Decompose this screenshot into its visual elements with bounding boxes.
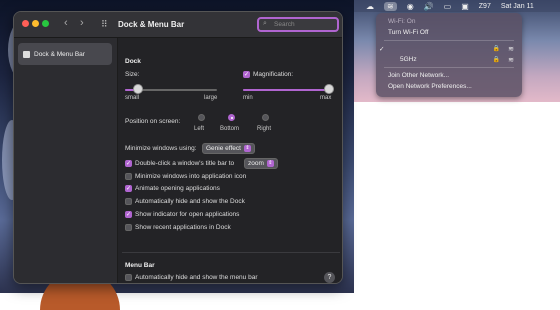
lock-icon: 🔒 [492,46,500,52]
position-bottom-label: Bottom [220,126,240,132]
dock-icon: dock [23,50,30,58]
wifi-network-item[interactable]: 5GHz 🔒 ≋ [376,54,522,65]
checkmark-icon: ✓ [379,45,385,53]
wifi-icon[interactable]: ≋ [384,1,397,11]
lock-icon: 🔒 [492,57,500,63]
volume-icon[interactable]: 🔊 [424,2,434,11]
option-label: Show recent applications in Dock [135,224,231,231]
position-label: Position on screen: [125,118,181,125]
option-label: Animate opening applications [135,185,220,192]
wifi-network-item[interactable]: ✓ 🔒 ≋ [376,43,522,54]
option-label: Automatically hide and show the Dock [135,198,245,205]
cloud-icon[interactable]: ☁ [366,2,374,11]
sidebar: dock Dock & Menu Bar [14,38,118,283]
minimize-effect-value: Genie effect [206,145,241,152]
magnification-max-label: max [320,95,332,101]
size-max-label: large [204,95,218,101]
minimize-effect-popup[interactable]: Genie effect ⇕ [202,143,255,154]
double-click-action-value: zoom [248,160,264,167]
show-indicator-checkbox[interactable]: ✓ [125,211,132,218]
display-icon[interactable]: ▣ [461,2,469,11]
position-right-label: Right [257,126,272,132]
menubar-extra[interactable]: Z97 [479,3,491,10]
window-title: Dock & Menu Bar [118,20,185,29]
position-bottom-radio[interactable] [228,114,235,121]
user-icon[interactable]: ◉ [407,2,414,11]
minimize-button[interactable] [32,20,39,27]
wifi-status: Wi-Fi: On [388,18,416,25]
magnification-min-label: min [243,95,253,101]
show-recent-checkbox[interactable] [125,224,132,231]
minimize-label: Minimize windows using: [125,145,197,152]
settings-pane: Dock Size: small large ✓ Magnification: … [118,38,342,283]
forward-chevron-icon[interactable]: › [80,17,84,29]
magnification-slider-knob[interactable] [324,84,334,94]
magnification-checkbox[interactable]: ✓ [243,71,250,78]
menu-bar-section-heading: Menu Bar [125,262,155,269]
double-click-checkbox[interactable]: ✓ [125,160,132,167]
position-right-radio[interactable] [262,114,269,121]
double-click-label: Double-click a window's title bar to [135,160,235,167]
option-label: Minimize windows into application icon [135,173,247,180]
menu-separator [384,40,514,41]
back-chevron-icon[interactable]: ‹ [64,17,68,29]
autohide-menu-bar-label: Automatically hide and show the menu bar [135,274,258,281]
option-label: Show indicator for open applications [135,211,240,218]
double-click-action-popup[interactable]: zoom ⇕ [244,158,278,169]
popup-arrows-icon: ⇕ [243,145,251,152]
popup-arrows-icon: ⇕ [266,160,274,167]
menu-bar: ☁ ≋ ◉ 🔊 ▭ ▣ Z97 Sat Jan 11 [354,0,560,12]
preferences-window: ‹ › ⠿ Dock & Menu Bar ⌕ dock Dock & Menu… [13,11,343,284]
network-name: 5GHz [400,56,417,63]
show-all-grid-icon[interactable]: ⠿ [101,19,108,30]
wifi-signal-icon: ≋ [508,56,514,64]
search-icon: ⌕ [263,20,267,27]
menubar-clock[interactable]: Sat Jan 11 [501,3,534,10]
menu-separator [384,67,514,68]
sidebar-item-label: Dock & Menu Bar [34,50,85,58]
magnification-label: Magnification: [253,71,294,78]
zoom-button[interactable] [42,20,49,27]
animate-opening-checkbox[interactable]: ✓ [125,185,132,192]
turn-wifi-off-item[interactable]: Turn Wi-Fi Off [376,27,522,38]
position-left-radio[interactable] [198,114,205,121]
autohide-menu-bar-checkbox[interactable] [125,274,132,281]
magnification-slider-fill [243,89,329,91]
title-bar: ‹ › ⠿ Dock & Menu Bar ⌕ [14,12,342,38]
battery-icon[interactable]: ▭ [444,2,452,11]
minimize-into-icon-checkbox[interactable] [125,173,132,180]
section-divider [122,252,340,253]
autohide-dock-checkbox[interactable] [125,198,132,205]
wifi-dropdown-menu: Wi-Fi: On Turn Wi-Fi Off ✓ 🔒 ≋ 5GHz 🔒 ≋ … [376,13,522,97]
open-network-preferences-item[interactable]: Open Network Preferences... [376,81,522,92]
search-input[interactable] [274,21,334,28]
size-label: Size: [125,71,140,78]
size-slider-knob[interactable] [132,84,143,94]
position-left-label: Left [194,126,205,132]
join-other-network-item[interactable]: Join Other Network... [376,70,522,81]
search-field[interactable]: ⌕ [257,17,339,32]
help-button[interactable]: ? [324,272,335,283]
size-min-label: small [125,95,140,101]
sidebar-item-dock-menu-bar[interactable]: dock Dock & Menu Bar [18,43,112,65]
wifi-signal-icon: ≋ [508,45,514,53]
close-button[interactable] [22,20,29,27]
dock-section-heading: Dock [125,58,141,65]
